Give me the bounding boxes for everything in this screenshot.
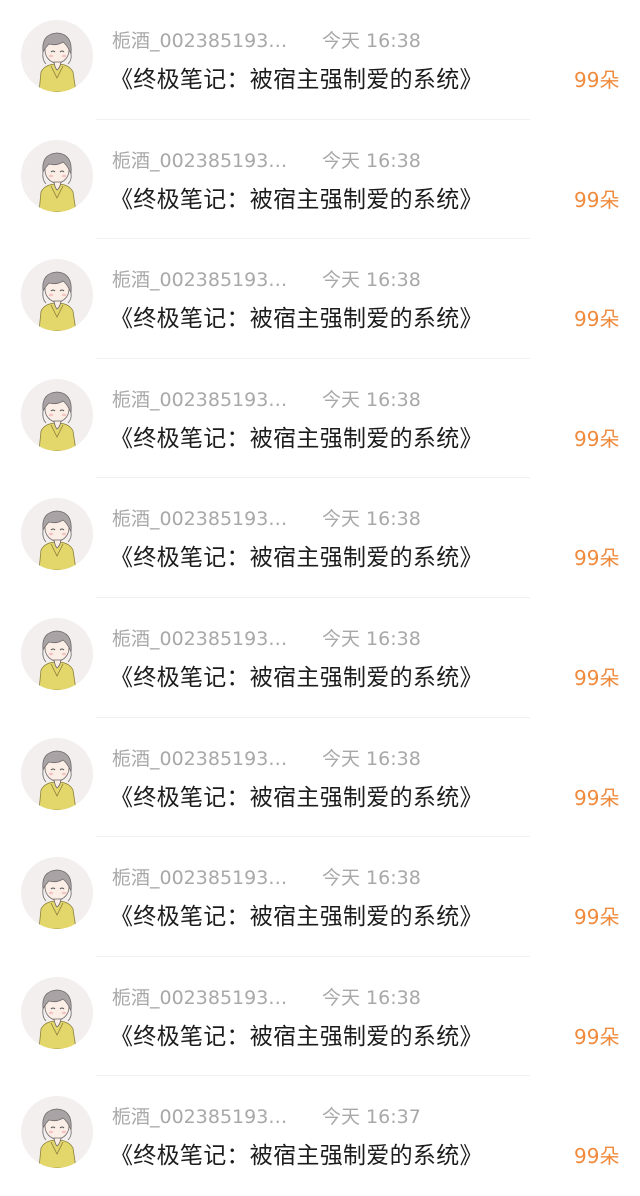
avatar[interactable]	[21, 378, 93, 451]
avatar[interactable]	[21, 857, 93, 930]
book-title[interactable]: 《终极笔记：被宿主强制爱的系统》	[110, 658, 483, 692]
timestamp: 今天 16:37	[322, 1106, 421, 1129]
book-title[interactable]: 《终极笔记：被宿主强制爱的系统》	[110, 60, 483, 94]
book-title[interactable]: 《终极笔记：被宿主强制爱的系统》	[110, 778, 483, 812]
username[interactable]: 栀酒_002385193…	[112, 624, 290, 651]
gift-record-list: 栀酒_002385193… 今天 16:38 《终极笔记：被宿主强制爱的系统》 …	[0, 0, 640, 1190]
timestamp: 今天 16:38	[322, 149, 421, 172]
book-title[interactable]: 《终极笔记：被宿主强制爱的系统》	[110, 299, 483, 333]
username[interactable]: 栀酒_002385193…	[112, 863, 290, 890]
avatar[interactable]	[21, 139, 93, 212]
list-item[interactable]: 栀酒_002385193… 今天 16:38 《终极笔记：被宿主强制爱的系统》 …	[0, 837, 640, 957]
list-item[interactable]: 栀酒_002385193… 今天 16:38 《终极笔记：被宿主强制爱的系统》 …	[0, 120, 640, 240]
book-title[interactable]: 《终极笔记：被宿主强制爱的系统》	[110, 1017, 483, 1051]
list-item[interactable]: 栀酒_002385193… 今天 16:38 《终极笔记：被宿主强制爱的系统》 …	[0, 598, 640, 718]
list-item[interactable]: 栀酒_002385193… 今天 16:38 《终极笔记：被宿主强制爱的系统》 …	[0, 239, 640, 359]
username[interactable]: 栀酒_002385193…	[112, 385, 290, 412]
timestamp: 今天 16:38	[322, 30, 421, 52]
list-item[interactable]: 栀酒_002385193… 今天 16:38 《终极笔记：被宿主强制爱的系统》 …	[0, 718, 640, 838]
avatar[interactable]	[21, 20, 93, 92]
list-item[interactable]: 栀酒_002385193… 今天 16:38 《终极笔记：被宿主强制爱的系统》 …	[0, 359, 640, 479]
avatar[interactable]	[21, 617, 93, 690]
timestamp: 今天 16:38	[322, 269, 421, 292]
gift-count: 99朵	[574, 665, 620, 690]
gift-count: 99朵	[574, 307, 620, 332]
timestamp: 今天 16:38	[322, 388, 421, 411]
timestamp: 今天 16:38	[322, 867, 421, 890]
username[interactable]: 栀酒_002385193…	[112, 744, 290, 771]
list-item[interactable]: 栀酒_002385193… 今天 16:38 《终极笔记：被宿主强制爱的系统》 …	[0, 0, 640, 120]
book-title[interactable]: 《终极笔记：被宿主强制爱的系统》	[110, 1136, 483, 1170]
gift-count: 99朵	[574, 187, 620, 212]
book-title[interactable]: 《终极笔记：被宿主强制爱的系统》	[110, 419, 483, 453]
username[interactable]: 栀酒_002385193…	[112, 26, 290, 53]
username[interactable]: 栀酒_002385193…	[112, 146, 290, 173]
username[interactable]: 栀酒_002385193…	[112, 504, 290, 531]
gift-count: 99朵	[574, 785, 620, 810]
timestamp: 今天 16:38	[322, 627, 421, 650]
timestamp: 今天 16:38	[322, 508, 421, 531]
list-item[interactable]: 栀酒_002385193… 今天 16:38 《终极笔记：被宿主强制爱的系统》 …	[0, 478, 640, 598]
gift-count: 99朵	[574, 1024, 620, 1049]
book-title[interactable]: 《终极笔记：被宿主强制爱的系统》	[110, 897, 483, 931]
gift-count: 99朵	[574, 1144, 620, 1169]
timestamp: 今天 16:38	[322, 747, 421, 770]
avatar[interactable]	[21, 1096, 93, 1169]
avatar[interactable]	[21, 976, 93, 1049]
username[interactable]: 栀酒_002385193…	[112, 983, 290, 1010]
book-title[interactable]: 《终极笔记：被宿主强制爱的系统》	[110, 538, 483, 572]
avatar[interactable]	[21, 259, 93, 332]
username[interactable]: 栀酒_002385193…	[112, 265, 290, 292]
gift-count: 99朵	[574, 68, 620, 92]
avatar[interactable]	[21, 498, 93, 571]
book-title[interactable]: 《终极笔记：被宿主强制爱的系统》	[110, 180, 483, 214]
list-item[interactable]: 栀酒_002385193… 今天 16:38 《终极笔记：被宿主强制爱的系统》 …	[0, 957, 640, 1077]
gift-count: 99朵	[574, 546, 620, 571]
timestamp: 今天 16:38	[322, 986, 421, 1009]
gift-count: 99朵	[574, 426, 620, 451]
gift-count: 99朵	[574, 905, 620, 930]
avatar[interactable]	[21, 737, 93, 810]
list-item[interactable]: 栀酒_002385193… 今天 16:37 《终极笔记：被宿主强制爱的系统》 …	[0, 1076, 640, 1196]
username[interactable]: 栀酒_002385193…	[112, 1102, 290, 1129]
